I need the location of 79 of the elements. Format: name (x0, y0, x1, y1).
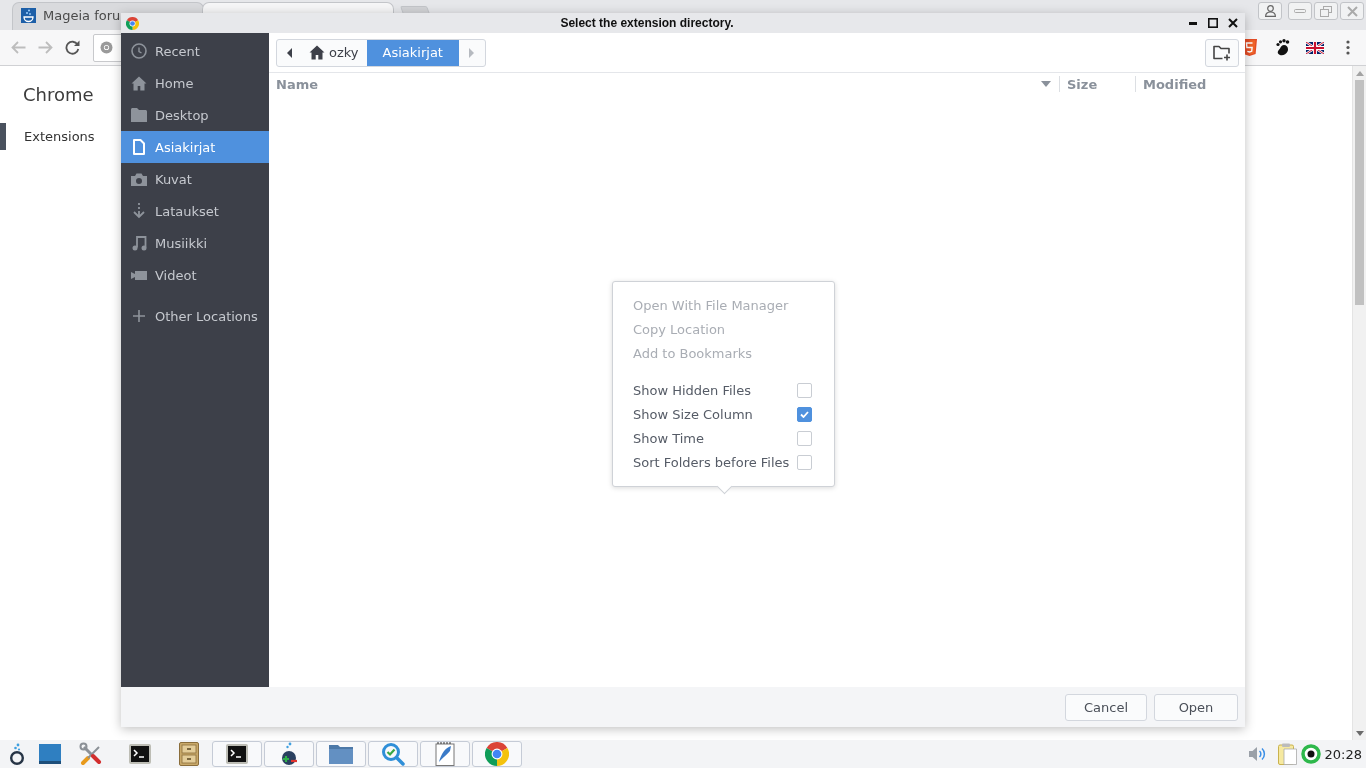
menu-item[interactable]: Show Hidden Files (613, 378, 834, 402)
restore-icon (1320, 5, 1332, 17)
clipboard-button[interactable] (1277, 743, 1297, 765)
file-cabinet-icon (179, 742, 199, 766)
minimize-icon (1294, 9, 1306, 13)
task-button[interactable] (264, 741, 314, 767)
close-icon (1346, 5, 1358, 17)
checkbox[interactable] (797, 406, 812, 422)
reload-icon (64, 40, 80, 55)
maximize-icon (1208, 18, 1218, 28)
plus-icon (133, 310, 145, 322)
profile-button[interactable] (1258, 2, 1282, 20)
download-icon (132, 203, 146, 219)
tools-icon (79, 742, 103, 766)
document-icon (133, 139, 145, 155)
flag-icon (1306, 41, 1324, 54)
clock-icon (131, 43, 147, 59)
bubbles-ring-icon (9, 743, 25, 765)
checkbox[interactable] (797, 454, 812, 470)
status-button[interactable] (1300, 744, 1321, 764)
speaker-icon (1248, 746, 1266, 762)
video-camera-icon (131, 269, 147, 281)
page-title: Chrome (23, 83, 94, 107)
menu-item[interactable]: Sort Folders before Files (613, 450, 834, 474)
checkbox[interactable] (797, 430, 812, 446)
places-item[interactable]: Recent (121, 35, 269, 67)
folder-icon (329, 744, 353, 764)
music-note-icon (131, 235, 147, 251)
sort-caret-icon (1041, 81, 1051, 87)
task-button[interactable] (212, 741, 262, 767)
foot-icon (1274, 39, 1290, 56)
close-icon (1228, 18, 1238, 28)
back-arrow-icon (10, 41, 26, 54)
path-segment[interactable]: Asiakirjat (366, 39, 459, 66)
places-item[interactable]: Other Locations (121, 300, 269, 332)
screen-icon (39, 744, 61, 764)
window-title: Select the extension directory. (559, 16, 735, 30)
minimize-icon (1189, 21, 1197, 25)
menu-item[interactable]: Show Size Column (613, 402, 834, 426)
ring-icon (1300, 744, 1321, 764)
checkbox[interactable] (797, 382, 812, 398)
places-item[interactable]: Musiikki (121, 227, 269, 259)
caret-down-icon (1355, 730, 1364, 736)
caret-right-icon (469, 47, 475, 58)
forward-arrow-icon (37, 41, 53, 54)
dialog-button[interactable]: Open (1154, 693, 1238, 721)
camera-icon (131, 172, 147, 186)
kebab-menu-icon (1346, 40, 1350, 55)
search-check-icon (381, 742, 405, 766)
caret-up-icon (1355, 70, 1364, 76)
home-icon (131, 75, 147, 91)
scrollbar[interactable] (1352, 66, 1366, 740)
page-icon (100, 41, 113, 54)
ball-plus-minus-icon (279, 742, 299, 766)
places-item[interactable]: Home (121, 67, 269, 99)
chrome-logo-icon (126, 16, 139, 30)
home-icon (309, 45, 325, 60)
terminal-icon (129, 744, 151, 764)
places-item[interactable]: Asiakirjat (121, 131, 269, 163)
maximize-button[interactable] (1205, 15, 1221, 31)
places-item[interactable]: Videot (121, 259, 269, 291)
volume-button[interactable] (1248, 746, 1266, 762)
places-item[interactable]: Desktop (121, 99, 269, 131)
user-icon (1264, 5, 1276, 17)
caret-left-icon (286, 47, 292, 58)
folder-icon (131, 108, 147, 122)
path-segment[interactable]: ozky (301, 39, 367, 66)
terminal-icon (226, 744, 248, 764)
new-folder-icon (1213, 44, 1231, 61)
menu-item[interactable]: Show Time (613, 426, 834, 450)
new-folder-button[interactable] (1205, 38, 1239, 67)
clipboard-icon (1277, 743, 1297, 765)
scroll-thumb[interactable] (1355, 80, 1364, 305)
clock: 20:28 (1324, 746, 1362, 762)
bowl-bubbles-icon (21, 7, 36, 23)
dialog-button[interactable]: Cancel (1065, 693, 1147, 721)
places-item[interactable]: Lataukset (121, 195, 269, 227)
tick-icon (800, 410, 809, 418)
places-item[interactable]: Kuvat (121, 163, 269, 195)
